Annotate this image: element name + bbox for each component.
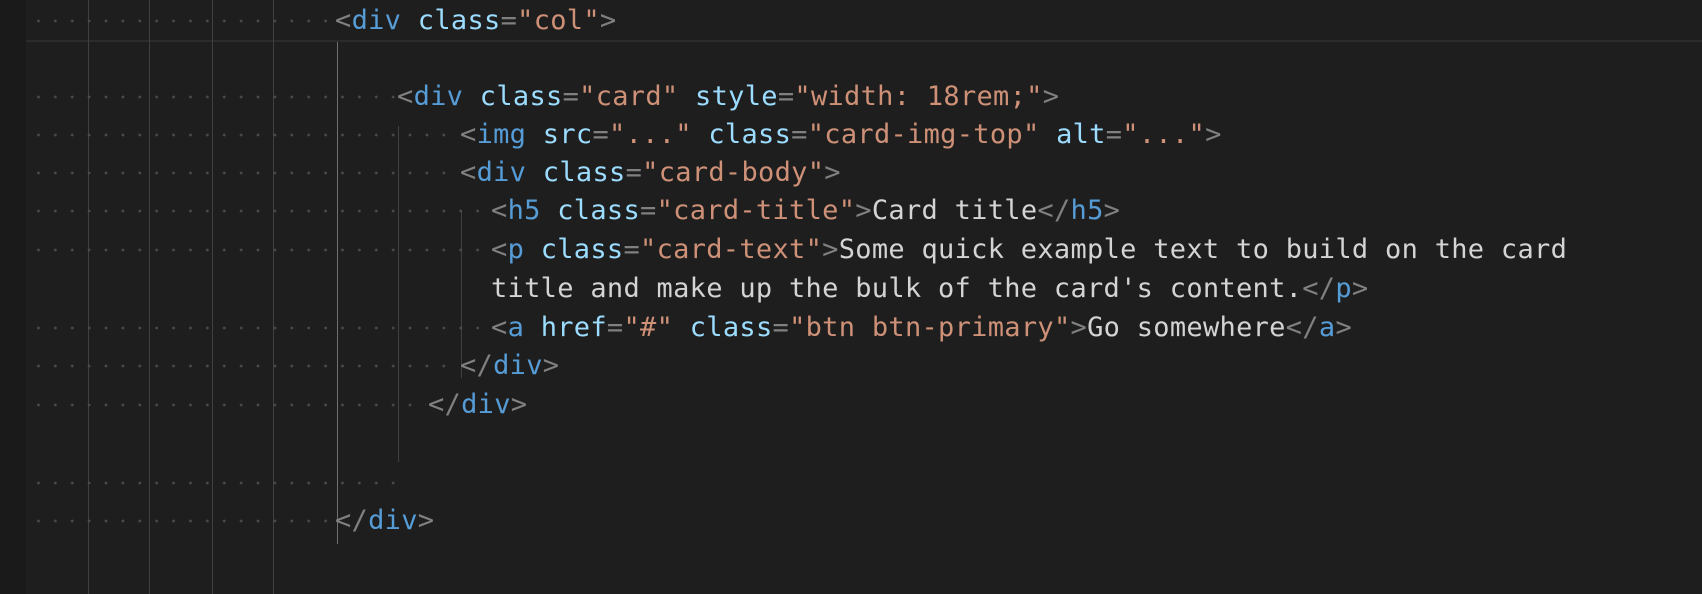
attr-name: class [540, 234, 624, 265]
attr-value: "..." [1122, 119, 1206, 150]
code-line-3[interactable]: <div class="card" style="width: 18rem;"> [0, 76, 1702, 118]
tag-name: div [368, 505, 418, 536]
tag-name: div [493, 350, 543, 381]
attr-name: alt [1056, 119, 1106, 150]
attr-name: class [417, 5, 501, 36]
code-line-10[interactable]: </div> [0, 345, 1702, 387]
attr-name: class [542, 157, 626, 188]
code-line-5[interactable]: <div class="card-body"> [0, 152, 1702, 194]
whitespace-marker [30, 152, 458, 194]
tag-name: div [413, 81, 464, 112]
attr-name: style [695, 81, 778, 112]
whitespace-marker [30, 307, 488, 349]
whitespace-marker [30, 384, 426, 426]
attr-value: "card" [579, 81, 679, 112]
whitespace-marker [30, 114, 458, 156]
tag-name: a [1318, 312, 1336, 343]
tag-name: h5 [1070, 195, 1104, 226]
attr-name: href [540, 312, 607, 343]
code-editor[interactable]: <div class="col"> <div class="card" styl… [0, 0, 1702, 594]
attr-value: "card-title" [656, 195, 856, 226]
attr-value: "card-img-top" [807, 119, 1040, 150]
whitespace-marker [30, 190, 488, 232]
tag-name: h5 [507, 195, 541, 226]
attr-value: "width: 18rem;" [794, 81, 1043, 112]
text-content: title and make up the bulk of the card's… [491, 273, 1303, 304]
code-line-1[interactable]: <div class="col"> [0, 0, 1702, 42]
attr-value: "#" [623, 312, 674, 343]
whitespace-marker [30, 229, 488, 271]
code-line-11[interactable]: </div> [0, 384, 1702, 426]
attr-value: "card-text" [640, 234, 823, 265]
attr-name: class [689, 312, 773, 343]
code-line-13[interactable] [0, 462, 1702, 504]
attr-value: "btn btn-primary" [789, 312, 1071, 343]
code-line-8-wrapped[interactable]: title and make up the bulk of the card's… [0, 268, 1702, 310]
tag-name: p [507, 234, 525, 265]
text-content: Card title [871, 195, 1038, 226]
text-content: Go somewhere [1087, 312, 1286, 343]
tag-name: img [476, 119, 527, 150]
attr-name: class [708, 119, 792, 150]
text-content: Some quick example text to build on the … [838, 234, 1568, 265]
attr-value: "card-body" [642, 157, 825, 188]
code-line-4[interactable]: <img src="..." class="card-img-top" alt=… [0, 114, 1702, 156]
code-line-7[interactable]: <p class="card-text">Some quick example … [0, 229, 1702, 271]
tag-name: div [461, 389, 511, 420]
whitespace-marker [30, 0, 334, 42]
tag-name: div [476, 157, 527, 188]
code-line-14[interactable]: </div> [0, 500, 1702, 542]
attr-name: class [479, 81, 563, 112]
code-line-6[interactable]: <h5 class="card-title">Card title</h5> [0, 190, 1702, 232]
tag-name: p [1335, 273, 1352, 304]
whitespace-marker [30, 345, 458, 387]
whitespace-marker [30, 462, 395, 504]
attr-value: "..." [609, 119, 692, 150]
tag-name: div [351, 5, 402, 36]
attr-value: "col" [517, 5, 600, 36]
whitespace-marker [30, 500, 334, 542]
code-line-9[interactable]: <a href="#" class="btn btn-primary">Go s… [0, 307, 1702, 349]
attr-name: src [542, 119, 593, 150]
whitespace-marker [30, 76, 395, 118]
attr-name: class [557, 195, 641, 226]
tag-name: a [507, 312, 525, 343]
